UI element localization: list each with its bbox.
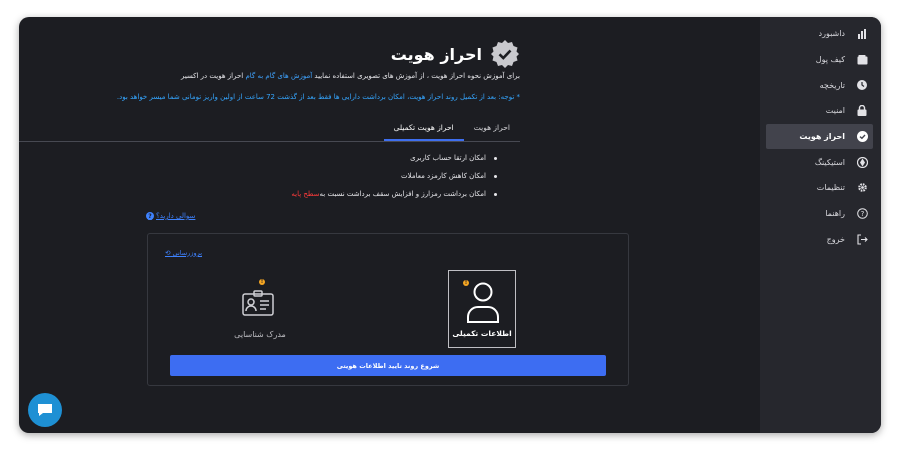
wallet-icon: [855, 53, 869, 67]
sidebar-item-label: خروج: [826, 234, 845, 244]
sidebar-item-label: راهنما: [825, 209, 845, 219]
sidebar-item-help[interactable]: ? راهنما: [760, 201, 881, 227]
id-document-card[interactable]: ! مدرک شناسایی: [226, 270, 294, 348]
sidebar-item-dashboard[interactable]: داشبورد: [760, 21, 881, 47]
card-label: اطلاعات تکمیلی: [452, 329, 512, 338]
question-icon: ?: [146, 212, 154, 220]
sidebar-item-label: امنیت: [825, 106, 845, 116]
refresh-link[interactable]: ⟲ بروزرسانی: [165, 249, 202, 257]
tutorial-text: برای آموزش نحوه احراز هویت ، از آموزش ها…: [181, 72, 520, 80]
sidebar-item-wallet[interactable]: کیف پول: [760, 47, 881, 73]
list-item: امکان کاهش کارمزد معاملات: [291, 167, 497, 185]
lock-icon: [855, 104, 869, 118]
verified-badge-icon: [490, 39, 520, 69]
app-window: داشبورد کیف پول تاریخچه امنیت احراز هویت: [19, 17, 881, 433]
sidebar-item-settings[interactable]: تنظیمات: [760, 175, 881, 201]
faq-link[interactable]: ? سوالی دارید؟: [146, 212, 195, 220]
bar-chart-icon: [855, 27, 869, 41]
sidebar-item-identity-verification[interactable]: احراز هویت: [766, 123, 873, 150]
tutorial-link[interactable]: آموزش های گام به گام: [245, 72, 312, 80]
sidebar-item-staking[interactable]: استیکینگ: [760, 149, 881, 175]
id-card-icon: [242, 290, 274, 316]
chat-icon: [38, 404, 52, 416]
tab-additional-verification[interactable]: احراز هویت تکمیلی: [383, 121, 464, 141]
bullet-dot: [494, 192, 497, 196]
sidebar-item-label: تاریخچه: [819, 80, 845, 90]
withdrawal-notice: * توجه: بعد از تکمیل روند احراز هویت، ام…: [116, 93, 520, 101]
logout-icon: [855, 232, 869, 246]
page-header: احراز هویت: [391, 39, 520, 69]
basic-level-highlight: سطح پایه: [291, 190, 320, 198]
verification-panel: ⟲ بروزرسانی ! اطلاعات تکمیلی ! مدرک شناس…: [147, 233, 629, 386]
refresh-icon: ⟲: [165, 249, 171, 257]
refresh-label: بروزرسانی: [172, 249, 202, 257]
tutorial-suffix: احراز هویت در اکسیر: [180, 72, 246, 80]
clock-icon: [855, 78, 869, 92]
sidebar-item-label: داشبورد: [818, 29, 845, 39]
sidebar-item-history[interactable]: تاریخچه: [760, 72, 881, 98]
sidebar-item-security[interactable]: امنیت: [760, 98, 881, 124]
main-content: احراز هویت برای آموزش نحوه احراز هویت ، …: [19, 17, 760, 433]
bullet-dot: [494, 156, 497, 160]
gear-icon: [855, 181, 869, 195]
sidebar-item-label: کیف پول: [815, 55, 845, 65]
user-icon: [467, 282, 499, 323]
start-verification-button[interactable]: شروع روند تایید اطلاعات هویتی: [170, 355, 606, 376]
svg-text:?: ?: [860, 210, 864, 218]
list-item: امکان ارتقا حساب کاربری: [291, 149, 497, 167]
sidebar: داشبورد کیف پول تاریخچه امنیت احراز هویت: [760, 17, 881, 433]
sidebar-item-label: تنظیمات: [816, 183, 845, 193]
benefit-text: امکان کاهش کارمزد معاملات: [401, 172, 486, 180]
warning-icon: !: [259, 279, 265, 285]
bullet-dot: [494, 174, 497, 178]
list-item: امکان برداشت رمزارز و افزایش سقف برداشت …: [291, 185, 497, 203]
page-title: احراز هویت: [390, 44, 482, 64]
additional-info-card[interactable]: ! اطلاعات تکمیلی: [448, 270, 516, 348]
check-circle-icon: [855, 130, 869, 144]
faq-label: سوالی دارید؟: [156, 212, 196, 220]
benefit-text: امکان برداشت رمزارز و افزایش سقف برداشت …: [319, 190, 486, 198]
benefit-text: امکان ارتقا حساب کاربری: [410, 154, 486, 162]
sidebar-item-logout[interactable]: خروج: [760, 227, 881, 253]
card-label: مدرک شناسایی: [234, 330, 286, 339]
help-icon: ?: [855, 207, 869, 221]
benefits-list: امکان ارتقا حساب کاربری امکان کاهش کارمز…: [291, 149, 497, 203]
chat-button[interactable]: [28, 393, 62, 427]
tab-identity-verification[interactable]: احراز هویت: [464, 121, 520, 141]
sidebar-item-label: احراز هویت: [799, 132, 845, 142]
verification-tabs: احراز هویت احراز هویت تکمیلی: [19, 121, 520, 142]
staking-icon: [855, 155, 869, 169]
tutorial-prefix: برای آموزش نحوه احراز هویت ، از آموزش ها…: [312, 72, 520, 80]
sidebar-item-label: استیکینگ: [814, 157, 845, 167]
